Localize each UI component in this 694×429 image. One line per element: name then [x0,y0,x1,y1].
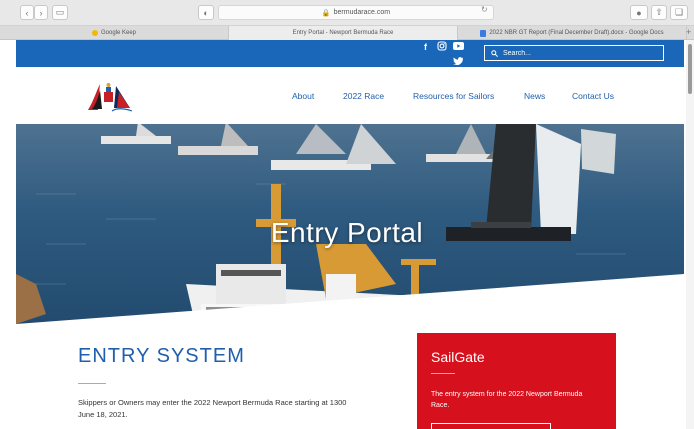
sailgate-heading: SailGate [431,349,485,365]
nav-about[interactable]: About [292,91,314,101]
address-bar[interactable]: 🔒 bermudarace.com [218,5,494,20]
back-button[interactable]: ‹ [20,5,34,20]
new-tab-icon[interactable]: + [686,27,691,37]
twitter-icon[interactable] [453,57,463,67]
youtube-icon[interactable] [453,42,464,52]
tab-bar: Google Keep Entry Portal - Newport Bermu… [0,26,694,40]
entry-system-heading: ENTRY SYSTEM [78,345,245,367]
tab-label: Entry Portal - Newport Bermuda Race [292,30,394,36]
tabs-icon: ❏ [674,7,684,17]
nav-news[interactable]: News [524,91,545,101]
downloads-button[interactable]: ● [630,5,648,20]
shield-icon: ◐ [203,7,209,18]
hero-title: Entry Portal [270,217,424,248]
info-icon: ● [636,7,642,18]
nav-2022-race[interactable]: 2022 Race [343,91,384,101]
tab-entry-portal[interactable]: Entry Portal - Newport Bermuda Race [229,26,458,40]
sailgate-card [417,333,616,429]
tab-overview-button[interactable]: ❏ [670,5,688,20]
site-search[interactable] [484,45,664,61]
scrollbar-thumb[interactable] [688,44,692,94]
tab-label: Google Keep [100,30,137,36]
tab-label: 2022 NBR GT Report (Final December Draft… [489,30,664,36]
sidebar-icon: ▭ [55,7,65,17]
nav-contact-us[interactable]: Contact Us [572,91,614,101]
sailgate-divider [431,373,455,374]
search-input[interactable] [503,49,653,57]
keep-icon [91,30,98,36]
share-icon: ⇧ [655,7,663,17]
sailgate-button[interactable] [431,423,551,429]
scrollbar[interactable] [686,40,694,429]
instagram-icon[interactable] [437,41,447,53]
sidebar-toggle-button[interactable]: ▭ [52,5,68,20]
forward-button[interactable]: › [34,5,48,20]
facebook-icon[interactable]: f [424,42,427,52]
nav-resources-for-sailors[interactable]: Resources for Sailors [413,91,494,101]
logo[interactable] [86,78,134,114]
tab-google-docs[interactable]: 2022 NBR GT Report (Final December Draft… [458,26,687,40]
share-button[interactable]: ⇧ [651,5,667,20]
address-url: bermudarace.com [333,9,391,16]
docs-icon [480,29,487,37]
search-icon [491,44,498,62]
tab-google-keep[interactable]: Google Keep [0,26,229,40]
entry-system-description: Skippers or Owners may enter the 2022 Ne… [78,398,347,419]
lock-icon: 🔒 [321,9,331,17]
sailgate-description: The entry system for the 2022 Newport Be… [431,391,583,409]
reload-icon[interactable]: ↻ [481,5,488,14]
privacy-report-button[interactable]: ◐ [198,5,214,20]
heading-divider [78,383,106,384]
